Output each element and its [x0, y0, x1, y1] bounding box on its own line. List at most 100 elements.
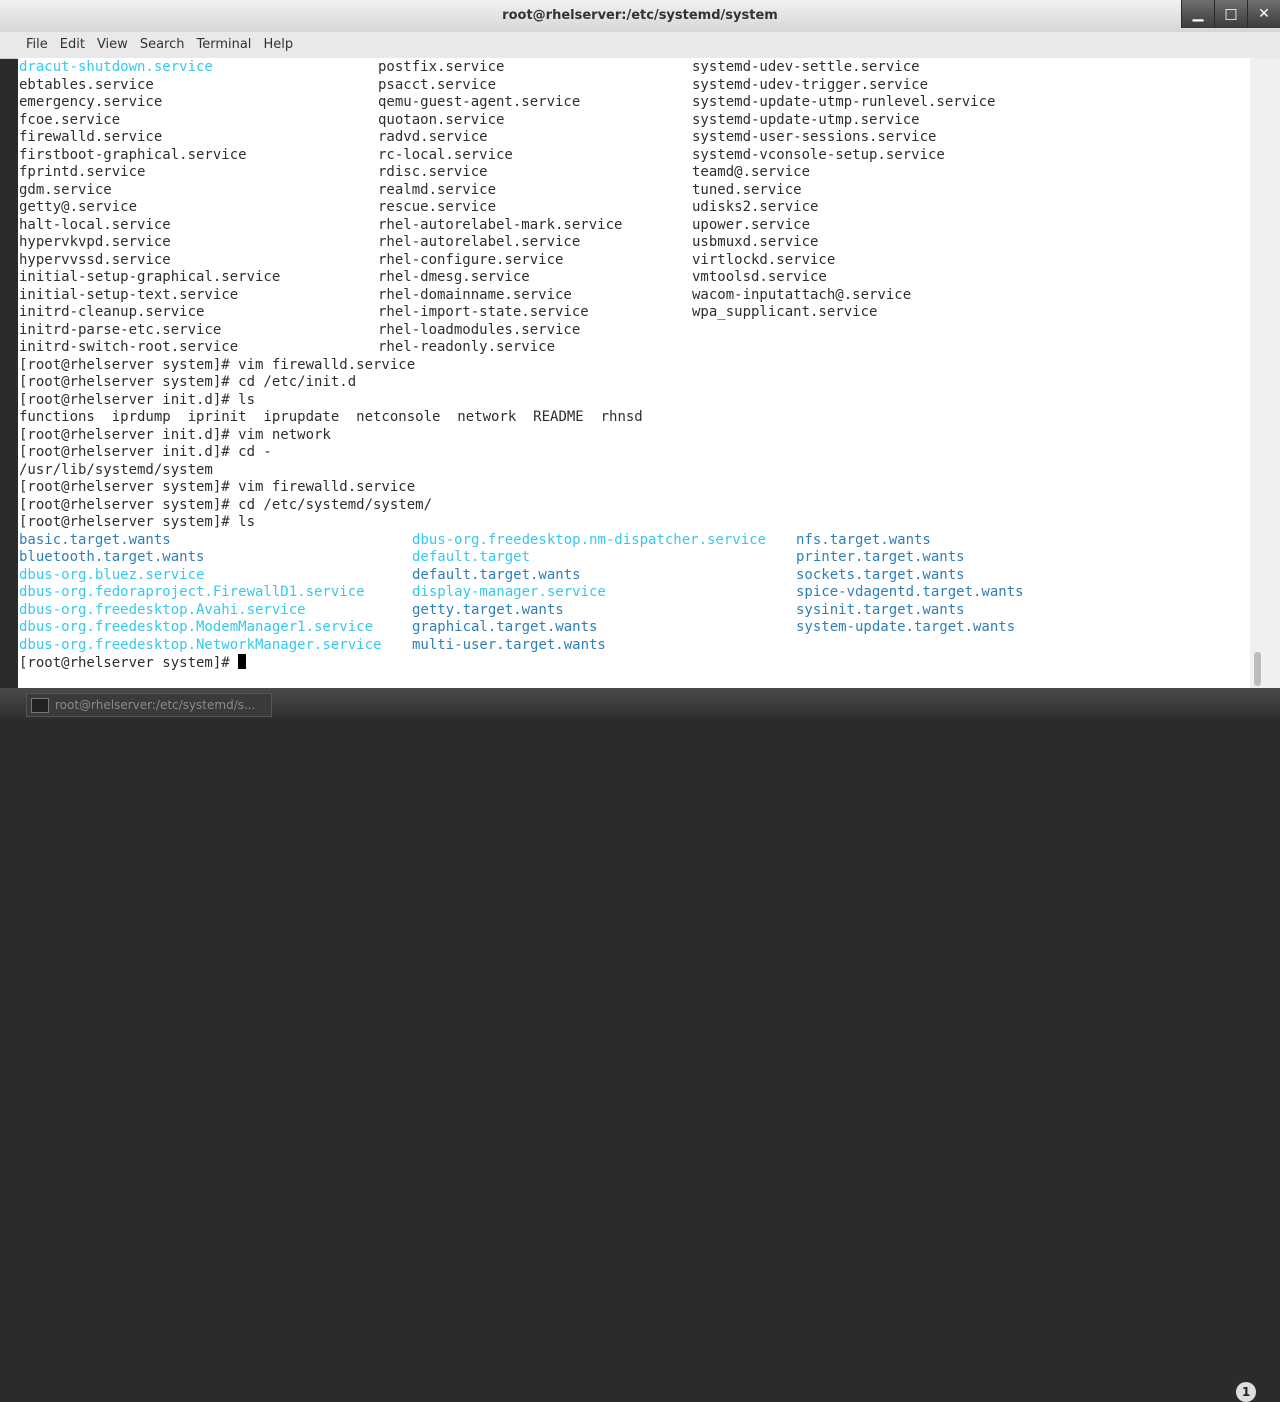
listing-entry: qemu-guest-agent.service [378, 94, 581, 110]
listing-entry: rhel-configure.service [378, 251, 564, 268]
listing-entry: systemd-user-sessions.service [692, 129, 937, 145]
listing-entry: upower.service [692, 216, 811, 233]
listing-entry: basic.target.wants [19, 531, 171, 548]
scrollbar[interactable] [1250, 58, 1280, 688]
listing-entry: dbus-org.freedesktop.nm-dispatcher.servi… [412, 531, 767, 548]
listing-entry: ebtables.service [19, 76, 154, 93]
listing-row: dbus-org.freedesktop.ModemManager1.servi… [19, 619, 1015, 637]
listing-row: basic.target.wants dbus-org.freedesktop.n… [19, 531, 931, 550]
close-button[interactable]: ✕ [1247, 0, 1280, 28]
listing-entry: hypervvssd.service [19, 251, 171, 268]
menu-file[interactable]: File [20, 32, 54, 52]
listing-entry: initrd-cleanup.service [19, 304, 205, 320]
maximize-button[interactable]: □ [1214, 0, 1247, 28]
listing-entry: fprintd.service [19, 164, 146, 180]
window-controls: ▁ □ ✕ [1181, 0, 1280, 30]
menubar: File Edit View Search Terminal Help [0, 32, 1280, 59]
menu-view[interactable]: View [91, 32, 134, 52]
window-titlebar[interactable]: root@rhelserver:/etc/systemd/system ▁ □ … [0, 0, 1280, 33]
listing-entry: systemd-update-utmp-runlevel.service [692, 94, 996, 110]
history-line: [root@rhelserver init.d]# vim network [19, 427, 643, 445]
prompt-line: [root@rhelserver system]# [19, 654, 643, 672]
menu-help[interactable]: Help [257, 32, 299, 52]
listing-row: dbus-org.freedesktop.NetworkManager.serv… [19, 637, 643, 655]
taskbar: root@rhelserver:/etc/systemd/s... 1 [0, 688, 1280, 1402]
listing-entry: firewalld.service [19, 129, 163, 145]
listing-entry: rhel-loadmodules.service [378, 321, 581, 338]
listing-entry: systemd-vconsole-setup.service [692, 146, 945, 163]
history-text: functions iprdump iprinit iprupdate netc… [19, 409, 643, 425]
history-text: [root@rhelserver system]# cd /etc/system… [19, 496, 433, 513]
listing-row: firstboot-graphical.service rc-local.serv… [19, 146, 945, 165]
listing-row: initial-setup-graphical.service rhel-dmes… [19, 269, 827, 287]
listing-entry: graphical.target.wants [412, 619, 598, 635]
history-text: [root@rhelserver system]# vim firewalld.… [19, 479, 416, 495]
workspace-indicator[interactable]: 1 [1236, 1382, 1256, 1402]
listing-entry: initial-setup-graphical.service [19, 269, 281, 285]
listing-entry: firstboot-graphical.service [19, 146, 247, 163]
listing-entry: wpa_supplicant.service [692, 304, 878, 320]
listing-entry: multi-user.target.wants [412, 636, 606, 653]
listing-row: initrd-cleanup.service rhel-import-state.… [19, 304, 877, 322]
listing-entry: initrd-switch-root.service [19, 339, 239, 355]
listing-row: hypervkvpd.service rhel-autorelabel.servi… [19, 234, 818, 252]
listing-row: initrd-switch-root.service rhel-readonly.… [19, 339, 643, 357]
listing-entry: rc-local.service [378, 146, 513, 163]
listing-row: initrd-parse-etc.service rhel-loadmodules… [19, 322, 643, 340]
listing-entry: gdm.service [19, 181, 112, 198]
listing-entry: getty@.service [19, 199, 138, 215]
scrollbar-thumb[interactable] [1254, 652, 1261, 686]
listing-entry: system-update.target.wants [796, 619, 1016, 635]
listing-entry: initrd-parse-etc.service [19, 321, 222, 338]
listing-entry: rhel-dmesg.service [378, 269, 530, 285]
listing-row: fcoe.service quotaon.service systemd-updat… [19, 111, 920, 130]
menu-edit[interactable]: Edit [54, 32, 91, 52]
prompt-text: [root@rhelserver system]# [19, 655, 239, 671]
listing-entry: rescue.service [378, 199, 497, 215]
listing-entry: dbus-org.bluez.service [19, 566, 205, 583]
minimize-button[interactable]: ▁ [1181, 0, 1214, 28]
menu-terminal[interactable]: Terminal [190, 32, 257, 52]
listing-entry: dbus-org.freedesktop.ModemManager1.servi… [19, 619, 374, 635]
listing-entry: initial-setup-text.service [19, 286, 239, 303]
window-title: root@rhelserver:/etc/systemd/system [502, 8, 778, 23]
listing-row: halt-local.service rhel-autorelabel-mark.… [19, 216, 810, 235]
listing-entry: dbus-org.fedoraproject.FirewallD1.servic… [19, 584, 365, 600]
listing-entry: systemd-udev-settle.service [692, 59, 920, 75]
history-line: [root@rhelserver system]# vim firewalld.… [19, 479, 643, 497]
history-text: [root@rhelserver init.d]# cd - [19, 444, 272, 460]
listing-entry: wacom-inputattach@.service [692, 286, 912, 303]
listing-row: getty@.service rescue.service udisks2.serv… [19, 199, 818, 217]
text-cursor [238, 654, 247, 669]
listing-entry: sockets.target.wants [796, 566, 965, 583]
terminal-area[interactable]: dracut-shutdown.service postfix.service sy… [18, 58, 1250, 688]
listing-entry: usbmuxd.service [692, 234, 819, 250]
history-line: [root@rhelserver init.d]# ls [19, 392, 643, 410]
listing-entry: rhel-autorelabel.service [378, 234, 581, 250]
listing-entry: vmtoolsd.service [692, 269, 827, 285]
listing-entry: display-manager.service [412, 584, 606, 600]
listing-row: bluetooth.target.wants default.target prin… [19, 549, 965, 567]
listing-entry: halt-local.service [19, 216, 171, 233]
menu-search[interactable]: Search [134, 32, 191, 52]
taskbar-terminal-task[interactable]: root@rhelserver:/etc/systemd/s... [26, 693, 272, 717]
listing-entry: dbus-org.freedesktop.NetworkManager.serv… [19, 636, 382, 653]
history-line: /usr/lib/systemd/system [19, 462, 643, 480]
task-label: root@rhelserver:/etc/systemd/s... [55, 698, 256, 712]
listing-row: dbus-org.freedesktop.Avahi.service getty.… [19, 601, 965, 620]
listing-row: gdm.service realmd.service tuned.service [19, 181, 802, 200]
history-line: functions iprdump iprinit iprupdate netc… [19, 409, 643, 427]
listing-entry: quotaon.service [378, 111, 505, 128]
history-text: [root@rhelserver system]# ls [19, 514, 256, 530]
listing-row: dracut-shutdown.service postfix.service sy… [19, 59, 920, 77]
listing-row: fprintd.service rdisc.service teamd@.servi… [19, 164, 810, 182]
listing-entry: getty.target.wants [412, 601, 564, 618]
listing-entry: rhel-domainname.service [378, 286, 572, 303]
listing-row: dbus-org.fedoraproject.FirewallD1.servic… [19, 584, 1024, 602]
listing-entry: rhel-autorelabel-mark.service [378, 216, 623, 233]
listing-row: dbus-org.bluez.service default.target.wan… [19, 566, 965, 585]
listing-entry: rdisc.service [378, 164, 488, 180]
listing-entry: teamd@.service [692, 164, 811, 180]
listing-entry: systemd-udev-trigger.service [692, 76, 929, 93]
listing-entry: default.target [412, 549, 531, 565]
